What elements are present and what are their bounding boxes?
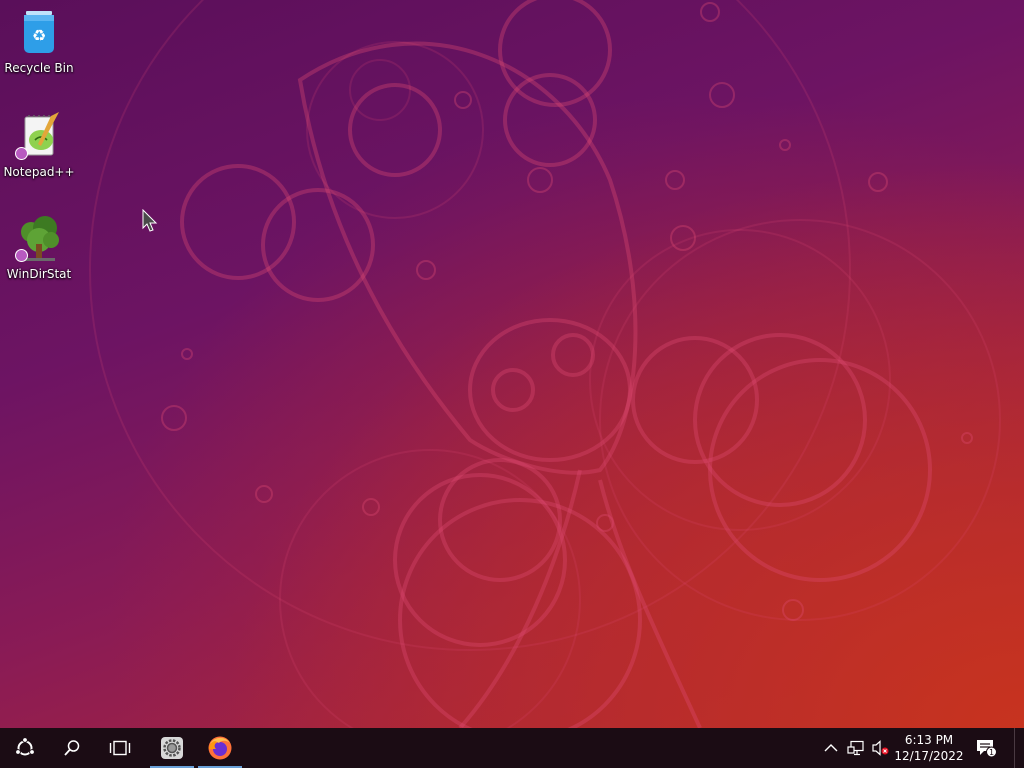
taskbar: 6:13 PM 12/17/2022 1: [0, 728, 1024, 768]
show-desktop-button[interactable]: [1014, 728, 1024, 768]
clock-date: 12/17/2022: [894, 749, 964, 763]
clock-time: 6:13 PM: [904, 733, 954, 747]
desktop-icon-recycle-bin[interactable]: ♻ Recycle Bin: [3, 8, 75, 75]
desktop-icon-label: WinDirStat: [6, 267, 72, 281]
settings-icon: [161, 737, 183, 759]
start-button[interactable]: [1, 728, 49, 768]
chevron-up-icon: [824, 744, 838, 752]
windirstat-icon: [15, 214, 63, 262]
taskbar-clock[interactable]: 6:13 PM 12/17/2022: [886, 728, 972, 768]
desktop[interactable]: ♻ Recycle Bin Notepad++ WinDirStat: [0, 0, 1024, 728]
firefox-icon: [208, 736, 232, 760]
desktop-icon-label: Notepad++: [3, 165, 75, 179]
svg-text:♻: ♻: [32, 26, 46, 45]
shortcut-overlay-icon: [15, 249, 28, 262]
desktop-icon-windirstat[interactable]: WinDirStat: [3, 214, 75, 281]
taskbar-firefox-button[interactable]: [196, 728, 244, 768]
ubuntu-logo-icon: [15, 737, 35, 756]
recycle-bin-icon: ♻: [15, 8, 63, 56]
notification-count-badge: 1: [989, 748, 994, 757]
notification-icon: 1: [977, 740, 997, 758]
shortcut-overlay-icon: [15, 147, 28, 160]
notepad-plus-plus-icon: [15, 112, 63, 160]
action-center-button[interactable]: 1: [972, 728, 1002, 768]
task-view-icon: [109, 740, 131, 756]
desktop-icon-label: Recycle Bin: [4, 61, 74, 75]
taskbar-settings-button[interactable]: [148, 728, 196, 768]
task-view-button[interactable]: [96, 728, 144, 768]
mouse-pointer-icon: [142, 209, 158, 232]
tray-network-button[interactable]: [844, 728, 868, 768]
search-icon: [64, 740, 80, 756]
wallpaper-pattern: [89, 0, 1001, 728]
search-button[interactable]: [48, 728, 96, 768]
tray-overflow-button[interactable]: [820, 728, 842, 768]
desktop-icon-notepad-plus-plus[interactable]: Notepad++: [3, 112, 75, 179]
network-icon: [847, 740, 864, 756]
